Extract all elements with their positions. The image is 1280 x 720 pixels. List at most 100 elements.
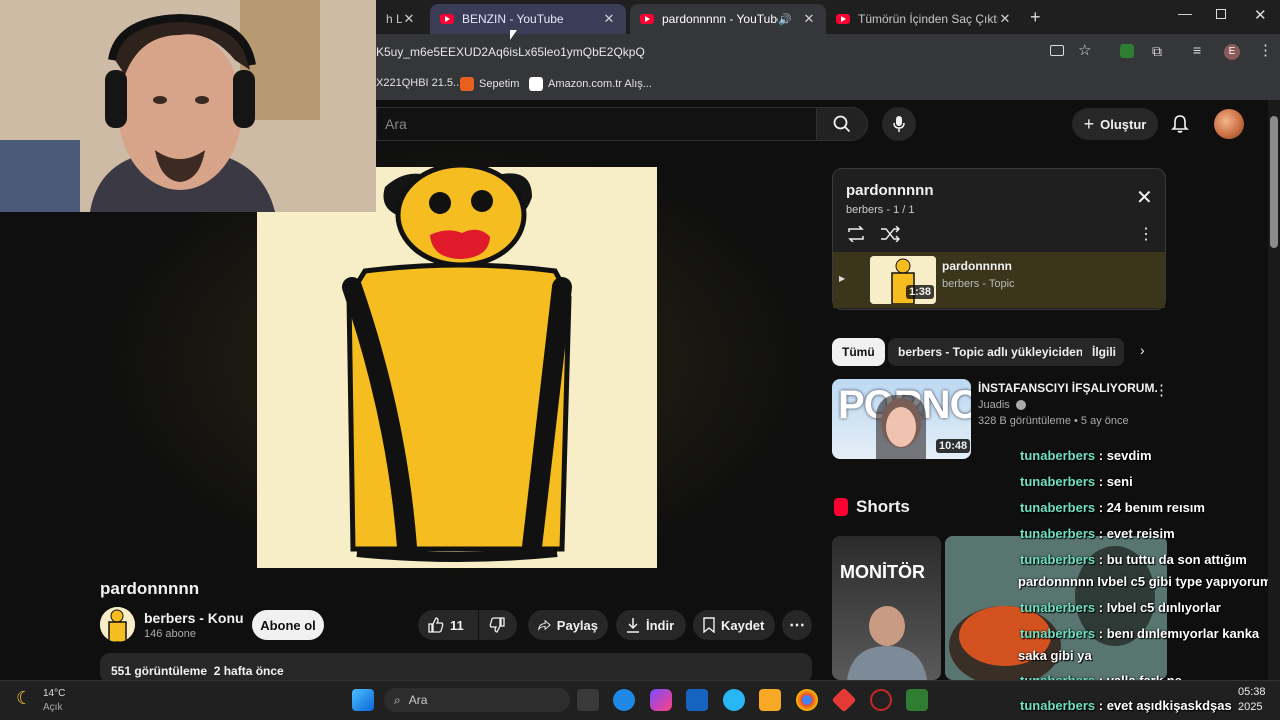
subscribe-button[interactable]: Abone ol <box>252 610 324 640</box>
bookmark-label: X221QHBI 21.5... <box>376 77 463 89</box>
playlist-item-title[interactable]: pardonnnnn <box>942 259 1012 273</box>
tab-tumor[interactable]: Tümörün İçinden Saç Çıktı | Baş ✕ <box>826 4 1022 34</box>
account-avatar[interactable] <box>1214 109 1244 139</box>
app-icon[interactable] <box>870 689 892 711</box>
chat-message: tunaberbers : evet aşıdkişaskdşas <box>1020 698 1232 713</box>
windows-start-icon[interactable] <box>352 689 374 711</box>
playlist-item-channel: berbers - Topic <box>942 278 1015 290</box>
new-tab-icon[interactable]: + <box>1030 7 1041 28</box>
window-close-icon[interactable]: ✕ <box>1254 6 1267 24</box>
search-icon: ⌕ <box>394 692 401 707</box>
thumbnail-face-image <box>876 394 926 459</box>
minimize-icon[interactable]: — <box>1178 5 1192 21</box>
chat-text: : sevdim <box>1098 448 1152 463</box>
weather-desc: Açık <box>43 702 63 713</box>
thumbs-down-icon <box>489 617 505 633</box>
recommended-duration: 10:48 <box>936 439 971 453</box>
close-icon[interactable]: ✕ <box>402 11 416 27</box>
like-count: 11 <box>450 617 464 633</box>
clock-date[interactable]: 2025 <box>1238 701 1262 713</box>
recommended-channel[interactable]: Juadis <box>978 399 1026 411</box>
short-item[interactable]: MONİTÖR <box>832 536 941 680</box>
weather-moon-icon[interactable]: ☾ <box>16 688 32 709</box>
profile-avatar[interactable]: E <box>1224 44 1240 60</box>
video-player[interactable] <box>257 167 657 568</box>
playlist-meta: berbers - 1 / 1 <box>846 204 915 216</box>
address-bar[interactable]: K5uy_m6e5EEXUD2Aq6isLx65leo1ymQbE2QkpQ <box>376 45 645 59</box>
playlist-title[interactable]: pardonnnnn <box>846 182 933 199</box>
shorts-logo-icon <box>834 498 848 516</box>
install-icon[interactable] <box>1050 45 1064 56</box>
bookmark-item[interactable]: Sepetim <box>460 77 519 91</box>
short-overlay-text: MONİTÖR <box>840 562 925 582</box>
ie-icon[interactable] <box>723 689 745 711</box>
chevron-right-icon[interactable]: › <box>1140 342 1145 358</box>
chat-text: pardonnnnn Ivbel c5 gibi type yapıyorum <box>1018 574 1272 589</box>
bookmark-star-icon[interactable]: ☆ <box>1078 41 1091 59</box>
microphone-icon <box>893 116 905 132</box>
recommended-title[interactable]: İNSTAFANSCIYI İFŞALIYORUM. <box>978 381 1158 395</box>
save-button[interactable]: Kaydet <box>693 610 775 640</box>
spreadsheet-icon[interactable] <box>906 689 928 711</box>
channel-avatar[interactable] <box>100 607 135 642</box>
more-actions-button[interactable]: ⋯ <box>782 610 812 640</box>
notifications-bell-icon[interactable] <box>1170 114 1190 134</box>
chat-message: tunaberbers : Ivbel c5 dınlıyorlar <box>1020 600 1221 615</box>
close-playlist-icon[interactable]: ✕ <box>1136 185 1153 210</box>
taskbar-search[interactable]: ⌕ Ara <box>384 688 570 712</box>
search-button[interactable] <box>816 107 868 141</box>
recommended-menu-icon[interactable]: ⋮ <box>1154 381 1169 399</box>
bookmark-item[interactable]: Amazon.com.tr Alış... <box>529 77 652 91</box>
chrome-icon[interactable] <box>796 689 818 711</box>
menu-kebab-icon[interactable]: ⋮ <box>1258 41 1273 59</box>
playlist-item-duration: 1:38 <box>906 285 935 299</box>
now-playing-icon: ▶ <box>839 274 846 283</box>
video-title: pardonnnnn <box>100 579 200 598</box>
chat-text: saka gibi ya <box>1018 648 1092 663</box>
tab-partial[interactable]: h Liv ✕ <box>376 4 426 34</box>
chip-uploader[interactable]: berbers - Topic adlı yükleyiciden <box>888 338 1094 366</box>
copilot-icon[interactable] <box>650 689 672 711</box>
search-input[interactable]: Ara <box>376 107 816 141</box>
dislike-button[interactable] <box>479 610 517 640</box>
edge-icon[interactable] <box>613 689 635 711</box>
amazon-icon <box>529 77 543 91</box>
shuffle-icon[interactable] <box>880 226 900 242</box>
channel-name[interactable]: berbers - Konu <box>144 610 244 626</box>
tab-benzin[interactable]: BENZIN - YouTube ✕ <box>430 4 626 34</box>
shorts-label: Shorts <box>856 497 910 516</box>
scrollbar-thumb[interactable] <box>1270 116 1278 248</box>
view-count: 551 görüntüleme <box>111 664 208 678</box>
chat-message: tunaberbers : benı dınlemıyorlar kanka <box>1020 626 1259 641</box>
share-button[interactable]: Paylaş <box>528 610 608 640</box>
task-view-icon[interactable] <box>577 689 599 711</box>
bookmark-item[interactable]: X221QHBI 21.5... <box>376 77 462 89</box>
extension-icon[interactable] <box>1120 44 1134 58</box>
chat-text: : Ivbel c5 dınlıyorlar <box>1098 600 1221 615</box>
plus-icon: + <box>1083 113 1095 134</box>
chat-text: : bu tuttu da son attığım <box>1098 552 1247 567</box>
chat-user: tunaberbers <box>1020 474 1096 489</box>
close-icon[interactable]: ✕ <box>998 11 1012 27</box>
speaker-icon[interactable]: 🔊 <box>778 13 792 26</box>
webcam-person-image <box>0 0 376 212</box>
voice-search-button[interactable] <box>882 107 916 141</box>
chip-all[interactable]: Tümü <box>832 338 885 366</box>
create-button[interactable]: + Oluştur <box>1072 108 1158 140</box>
close-icon[interactable]: ✕ <box>802 11 816 27</box>
download-button[interactable]: İndir <box>616 610 686 640</box>
extensions-puzzle-icon[interactable]: ⧉ <box>1152 43 1162 60</box>
file-explorer-icon[interactable] <box>759 689 781 711</box>
media-control-icon[interactable]: ≡ <box>1193 42 1201 58</box>
tab-pardonnnnn[interactable]: pardonnnnn - YouTube 🔊 ✕ <box>630 4 826 34</box>
loop-icon[interactable] <box>846 226 866 242</box>
weather-temp[interactable]: 14°C <box>43 688 65 699</box>
chip-related[interactable]: İlgili <box>1082 338 1124 366</box>
clock-time[interactable]: 05:38 <box>1238 686 1266 698</box>
playlist-menu-icon[interactable]: ⋮ <box>1138 224 1154 244</box>
close-icon[interactable]: ✕ <box>602 11 616 27</box>
store-icon[interactable] <box>686 689 708 711</box>
description-box[interactable]: 551 görüntüleme 2 hafta önce <box>100 653 812 683</box>
maximize-icon[interactable] <box>1216 9 1226 19</box>
like-button[interactable]: 11 <box>418 610 478 640</box>
